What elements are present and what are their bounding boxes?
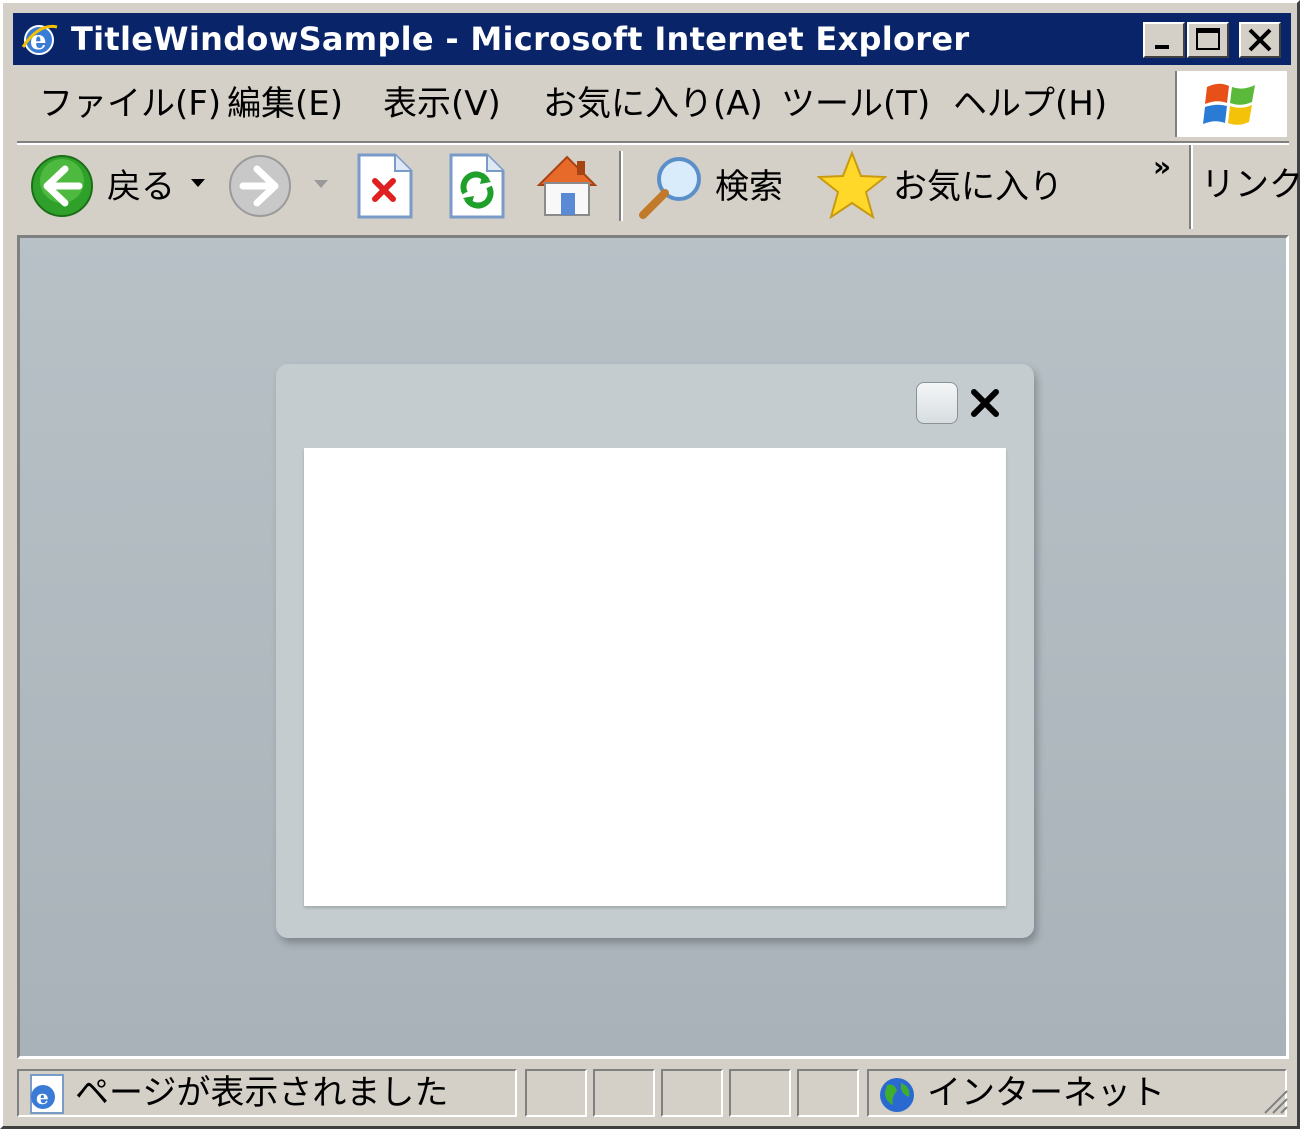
- refresh-icon[interactable]: [447, 151, 507, 221]
- links-separator: [1189, 145, 1193, 229]
- menu-favorites[interactable]: お気に入り(A): [543, 83, 763, 125]
- forward-dropdown-icon[interactable]: [313, 179, 329, 189]
- home-icon[interactable]: [531, 149, 603, 221]
- status-cell-4: [729, 1069, 791, 1117]
- forward-arrow-icon[interactable]: [227, 153, 293, 219]
- browser-window: e TitleWindowSample - Microsoft Internet…: [0, 0, 1300, 1129]
- menu-bar: ファイル(F) 編集(E) 表示(V) お気に入り(A) ツール(T) ヘルプ(…: [17, 69, 1173, 139]
- toolbar-chevron[interactable]: »: [1153, 147, 1171, 187]
- favorites-button-label[interactable]: お気に入り: [893, 167, 1063, 207]
- svg-text:e: e: [36, 1085, 49, 1109]
- close-button[interactable]: [1239, 22, 1281, 58]
- favorites-star-icon[interactable]: [817, 149, 887, 221]
- window-title: TitleWindowSample - Microsoft Internet E…: [71, 20, 970, 58]
- page-done-icon: e: [30, 1074, 64, 1114]
- status-cell-3: [661, 1069, 723, 1117]
- links-label[interactable]: リンク: [1201, 165, 1300, 205]
- maximize-icon: [1196, 28, 1220, 50]
- title-bar[interactable]: e TitleWindowSample - Microsoft Internet…: [13, 13, 1291, 65]
- menu-edit[interactable]: 編集(E): [227, 83, 343, 125]
- search-button-label[interactable]: 検索: [715, 167, 783, 207]
- stop-icon[interactable]: [355, 151, 415, 221]
- security-zone-label: インターネット: [927, 1073, 1165, 1113]
- status-bar: e ページが表示されました インターネット: [13, 1063, 1293, 1123]
- back-arrow-icon[interactable]: [29, 153, 95, 219]
- minimize-icon: [1155, 45, 1169, 49]
- menu-file[interactable]: ファイル(F): [39, 83, 221, 125]
- panel-close-icon[interactable]: [968, 384, 1002, 422]
- toolbar-separator: [619, 151, 623, 221]
- page-content-area: [17, 235, 1289, 1059]
- menu-view[interactable]: 表示(V): [383, 83, 501, 125]
- resize-grip-icon[interactable]: [1259, 1085, 1289, 1115]
- windows-logo-icon: [1203, 83, 1255, 125]
- windows-logo-box: [1175, 71, 1287, 137]
- status-cell-1: [525, 1069, 587, 1117]
- internet-zone-globe-icon: [880, 1078, 914, 1112]
- panel-content-area: [304, 448, 1006, 906]
- close-icon: [1248, 28, 1272, 52]
- status-message: ページが表示されました: [75, 1073, 449, 1113]
- status-cell-5: [797, 1069, 859, 1117]
- search-icon[interactable]: [635, 151, 707, 223]
- minimize-button[interactable]: [1143, 22, 1185, 58]
- menu-help[interactable]: ヘルプ(H): [953, 83, 1107, 125]
- maximize-button[interactable]: [1187, 22, 1229, 58]
- standard-toolbar: 戻る 検索 お気に入り » リンク: [17, 145, 1300, 229]
- panel-minimize-icon[interactable]: [916, 382, 958, 424]
- back-button-label[interactable]: 戻る: [107, 167, 175, 207]
- internet-explorer-icon: e: [21, 24, 58, 56]
- title-window-panel[interactable]: [276, 364, 1034, 938]
- back-dropdown-icon[interactable]: [189, 177, 207, 189]
- status-cell-2: [593, 1069, 655, 1117]
- menu-tools[interactable]: ツール(T): [781, 83, 930, 125]
